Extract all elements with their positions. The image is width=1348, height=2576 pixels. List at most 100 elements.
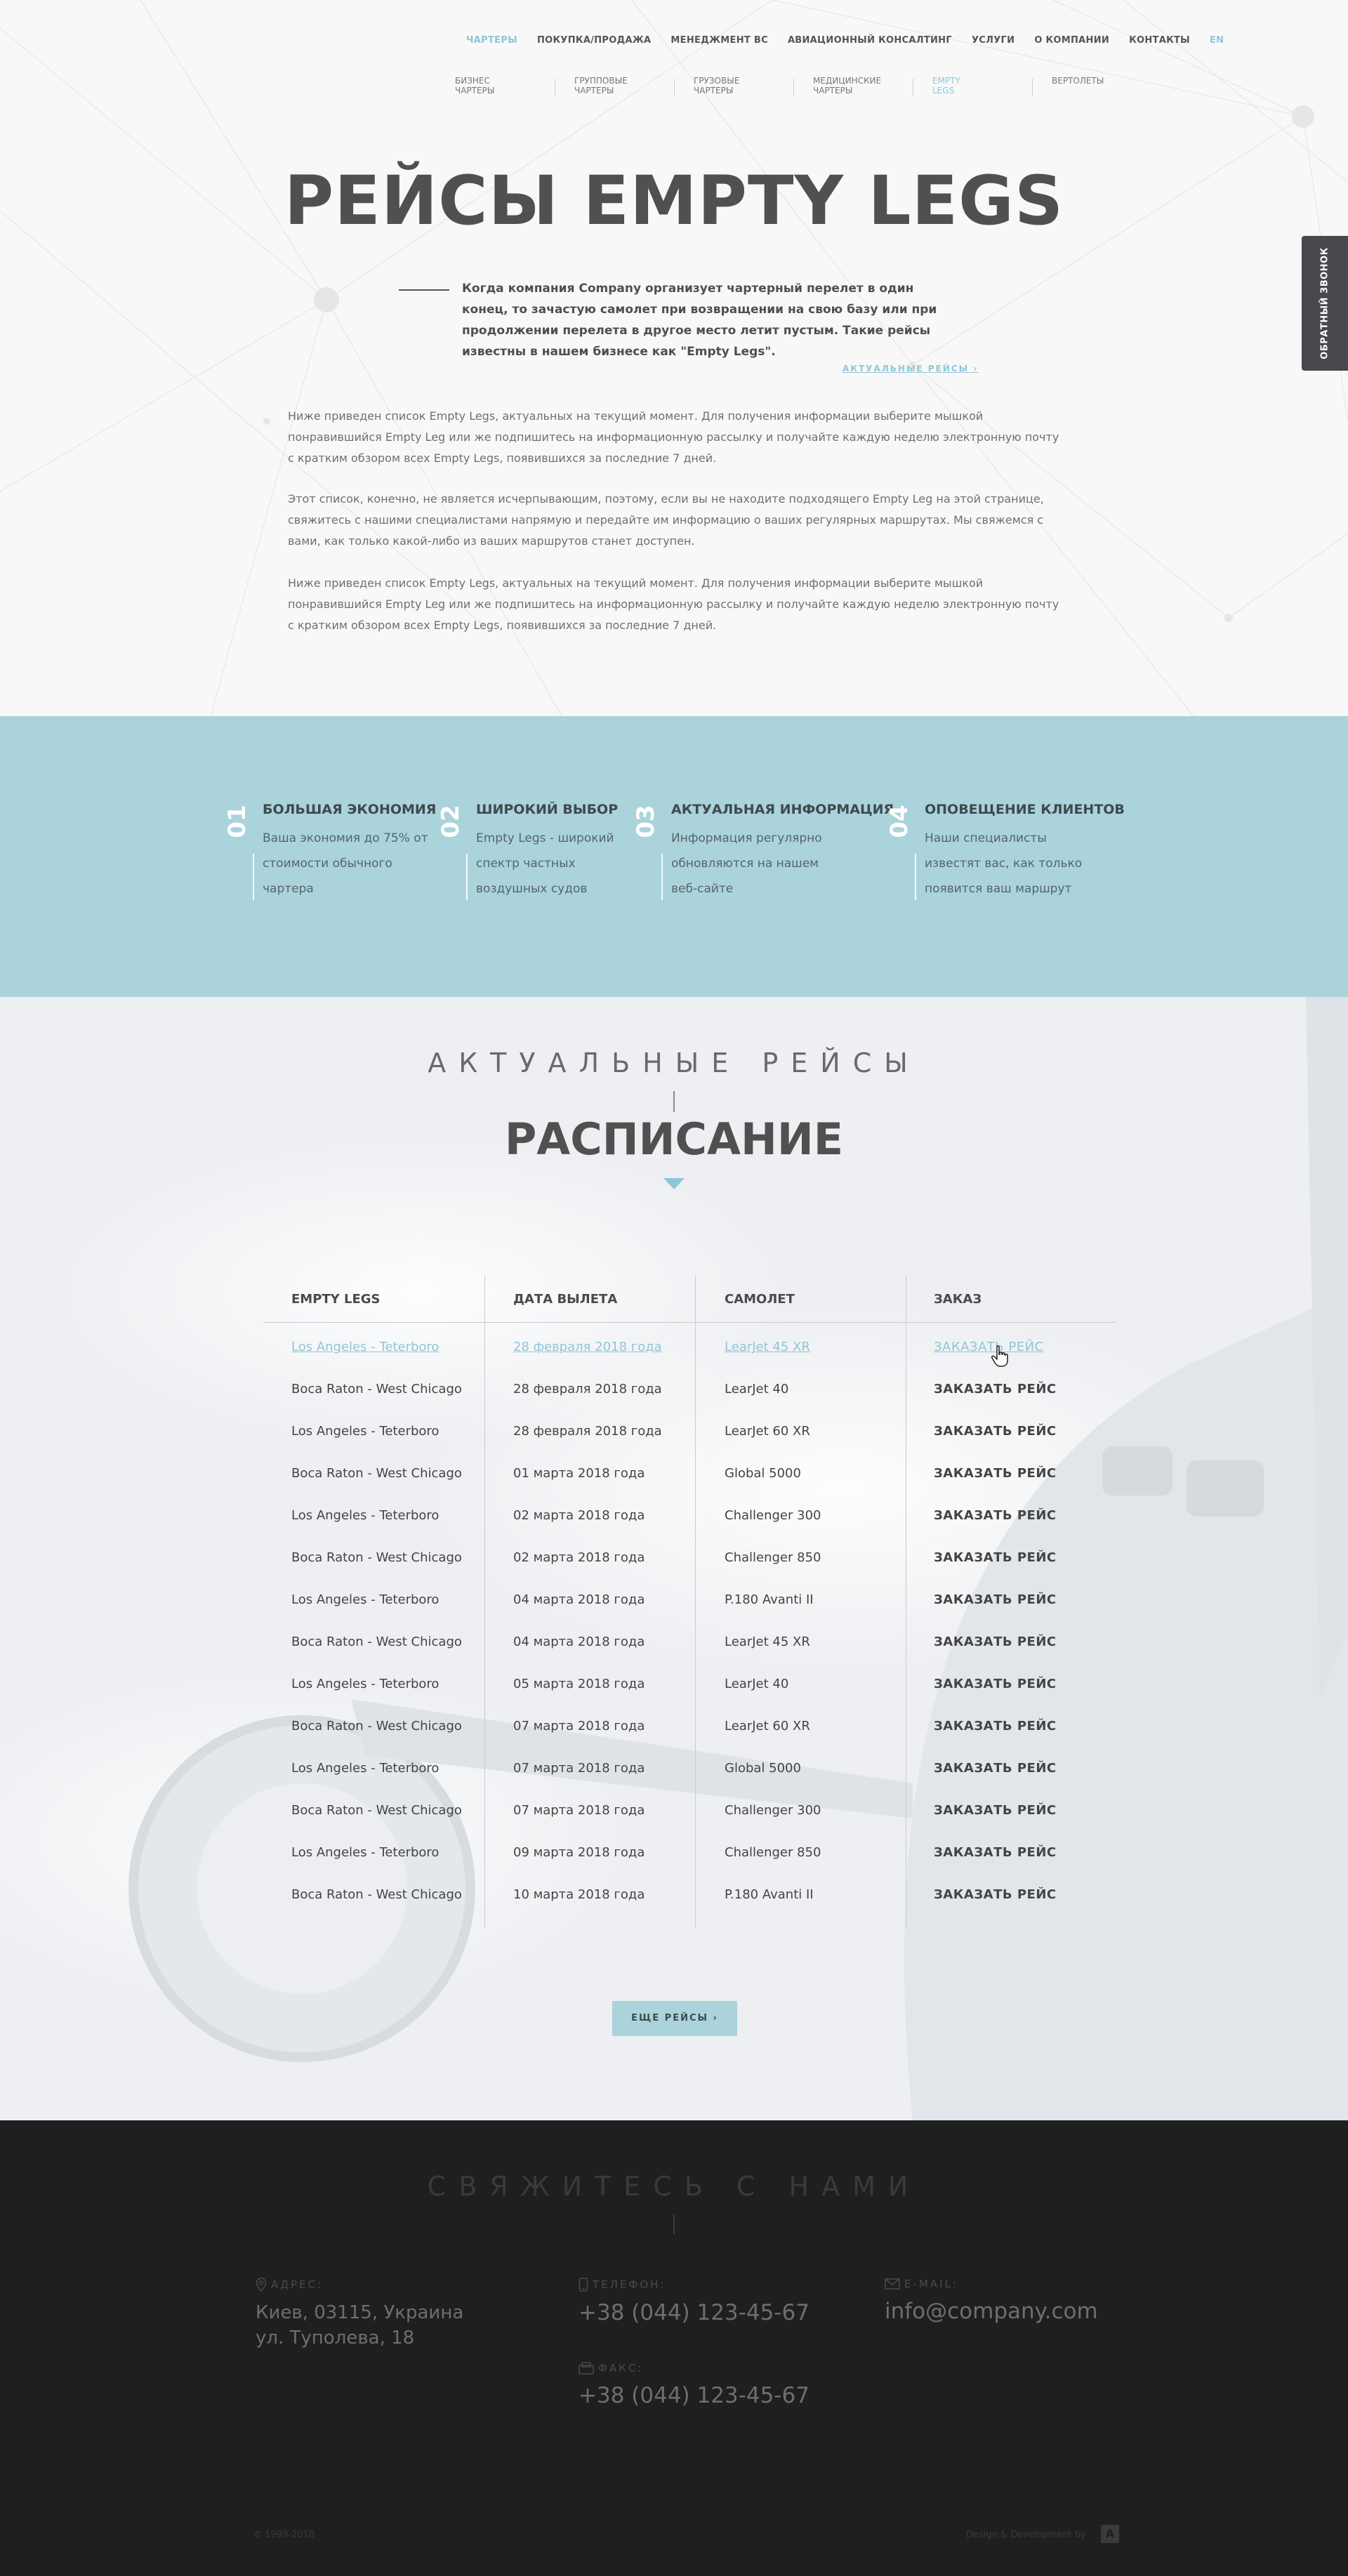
sub-nav: БИЗНЕС ЧАРТЕРЫ ГРУППОВЫЕ ЧАРТЕРЫ ГРУЗОВЫ… bbox=[435, 76, 1151, 97]
schedule-section: АКТУАЛЬНЫЕ РЕЙСЫ РАСПИСАНИЕ EMPTY LEGS Д… bbox=[0, 997, 1348, 2120]
phone-icon bbox=[579, 2278, 588, 2292]
order-button[interactable]: ЗАКАЗАТЬ РЕЙС bbox=[934, 1761, 1057, 1776]
subnav-item-cargo[interactable]: ГРУЗОВЫЕ ЧАРТЕРЫ bbox=[674, 76, 793, 97]
table-row[interactable]: Los Angeles - Teterboro 09 марта 2018 год… bbox=[263, 1828, 1116, 1870]
subnav-item-helicopters[interactable]: ВЕРТОЛЕТЫ bbox=[1032, 76, 1151, 97]
route-cell: Los Angeles - Teterboro bbox=[291, 1845, 440, 1860]
date-cell: 02 марта 2018 года bbox=[513, 1508, 645, 1523]
table-row[interactable]: Los Angeles - Teterboro 28 февраля 2018 г… bbox=[263, 1407, 1116, 1449]
page-title: РЕЙСЫ EMPTY LEGS bbox=[284, 161, 1064, 240]
more-flights-button[interactable]: ЕЩЕ РЕЙСЫ › bbox=[612, 2001, 737, 2036]
date-cell: 09 марта 2018 года bbox=[513, 1845, 645, 1860]
order-button[interactable]: ЗАКАЗАТЬ РЕЙС bbox=[934, 1803, 1057, 1818]
feature-number: 02 bbox=[437, 805, 465, 838]
schedule-divider bbox=[673, 1091, 675, 1112]
order-button[interactable]: ЗАКАЗАТЬ РЕЙС bbox=[934, 1845, 1057, 1860]
feature-text: Ваша экономия до 75% от стоимости обычно… bbox=[263, 831, 428, 896]
nav-item-management[interactable]: МЕНЕДЖМЕНТ ВС bbox=[661, 35, 778, 46]
order-button[interactable]: ЗАКАЗАТЬ РЕЙС bbox=[934, 1677, 1057, 1691]
order-button[interactable]: ЗАКАЗАТЬ РЕЙС bbox=[934, 1424, 1057, 1439]
table-row[interactable]: Boca Raton - West Chicago 02 марта 2018 г… bbox=[263, 1533, 1116, 1576]
nav-item-contacts[interactable]: КОНТАКТЫ bbox=[1119, 35, 1200, 46]
feature-divider bbox=[253, 854, 254, 900]
email-value[interactable]: info@company.com bbox=[885, 2299, 1098, 2324]
feature-text: Empty Legs - широкий спектр частных возд… bbox=[476, 831, 614, 896]
phone-value[interactable]: +38 (044) 123-45-67 bbox=[579, 2300, 810, 2325]
subnav-item-business[interactable]: БИЗНЕС ЧАРТЕРЫ bbox=[435, 76, 555, 95]
table-row[interactable]: Boca Raton - West Chicago 10 марта 2018 г… bbox=[263, 1870, 1116, 1913]
current-flights-link[interactable]: АКТУАЛЬНЫЕ РЕЙСЫ › bbox=[842, 364, 978, 374]
order-button[interactable]: ЗАКАЗАТЬ РЕЙС bbox=[934, 1466, 1057, 1481]
table-row[interactable]: Los Angeles - Teterboro 05 марта 2018 год… bbox=[263, 1660, 1116, 1702]
date-cell: 01 марта 2018 года bbox=[513, 1466, 645, 1481]
nav-item-charters[interactable]: ЧАРТЕРЫ bbox=[456, 35, 527, 46]
plane-cell: LearJet 60 XR bbox=[725, 1719, 810, 1733]
schedule-title: РАСПИСАНИЕ bbox=[504, 1114, 844, 1165]
table-header: EMPTY LEGS ДАТА ВЫЛЕТА САМОЛЕТ ЗАКАЗ bbox=[263, 1275, 1116, 1323]
plane-cell: LearJet 45 XR bbox=[725, 1634, 810, 1649]
lead-text: Когда компания Company организует чартер… bbox=[462, 282, 937, 359]
plane-cell: P.180 Avanti II bbox=[725, 1887, 814, 1902]
order-button[interactable]: ЗАКАЗАТЬ РЕЙС bbox=[934, 1382, 1057, 1396]
column-header-empty-legs: EMPTY LEGS bbox=[291, 1292, 381, 1307]
subnav-item-empty-legs[interactable]: EMPTY LEGS bbox=[913, 76, 1032, 97]
table-row[interactable]: Los Angeles - Teterboro 07 марта 2018 год… bbox=[263, 1744, 1116, 1786]
triangle-down-icon bbox=[663, 1178, 685, 1189]
plane-cell: Global 5000 bbox=[725, 1761, 801, 1776]
table-row[interactable]: Boca Raton - West Chicago 07 марта 2018 г… bbox=[263, 1786, 1116, 1828]
fax-block: ФАКС: +38 (044) 123-45-67 bbox=[579, 2362, 810, 2408]
table-row[interactable]: Boca Raton - West Chicago 28 февраля 2018… bbox=[263, 1365, 1116, 1407]
phone-block: ТЕЛЕФОН: +38 (044) 123-45-67 bbox=[579, 2278, 810, 2325]
order-button[interactable]: ЗАКАЗАТЬ РЕЙС bbox=[934, 1719, 1057, 1733]
feature-title: ОПОВЕЩЕНИЕ КЛИЕНТОВ bbox=[925, 802, 1125, 817]
nav-item-buy-sell[interactable]: ПОКУПКА/ПРОДАЖА bbox=[527, 35, 661, 46]
date-cell: 07 марта 2018 года bbox=[513, 1761, 645, 1776]
feature-text: Наши специалисты известят вас, как тольк… bbox=[925, 831, 1083, 896]
table-row[interactable]: Los Angeles - Teterboro 02 марта 2018 год… bbox=[263, 1491, 1116, 1533]
subnav-item-medical[interactable]: МЕДИЦИНСКИЕ ЧАРТЕРЫ bbox=[793, 76, 913, 97]
table-row[interactable]: Los Angeles - Teterboro 28 февраля 2018 г… bbox=[263, 1323, 1116, 1365]
feature-number: 01 bbox=[223, 805, 251, 838]
table-row[interactable]: Boca Raton - West Chicago 04 марта 2018 г… bbox=[263, 1618, 1116, 1660]
feature-number: 03 bbox=[632, 805, 660, 838]
date-cell: 05 марта 2018 года bbox=[513, 1677, 645, 1691]
date-cell: 07 марта 2018 года bbox=[513, 1803, 645, 1818]
order-button[interactable]: ЗАКАЗАТЬ РЕЙС bbox=[934, 1340, 1044, 1354]
table-row[interactable]: Boca Raton - West Chicago 07 марта 2018 г… bbox=[263, 1702, 1116, 1744]
address-label: АДРЕС: bbox=[271, 2278, 324, 2291]
route-cell: Los Angeles - Teterboro bbox=[291, 1508, 440, 1523]
plane-cell: LearJet 60 XR bbox=[725, 1424, 810, 1439]
callback-button[interactable]: ОБРАТНЫЙ ЗВОНОК bbox=[1302, 236, 1348, 371]
feature-divider bbox=[915, 854, 916, 900]
feature-title: БОЛЬШАЯ ЭКОНОМИЯ bbox=[263, 802, 437, 817]
developer-logo-icon[interactable]: A bbox=[1101, 2525, 1119, 2543]
route-cell: Los Angeles - Teterboro bbox=[291, 1761, 440, 1776]
schedule-subtitle: АКТУАЛЬНЫЕ РЕЙСЫ bbox=[428, 1048, 920, 1078]
feature-text: Информация регулярно обновляются на наше… bbox=[671, 831, 822, 896]
order-button[interactable]: ЗАКАЗАТЬ РЕЙС bbox=[934, 1634, 1057, 1649]
envelope-icon bbox=[885, 2278, 900, 2290]
subnav-item-group[interactable]: ГРУППОВЫЕ ЧАРТЕРЫ bbox=[555, 76, 674, 97]
route-cell: Boca Raton - West Chicago bbox=[291, 1803, 462, 1818]
nav-item-about[interactable]: О КОМПАНИИ bbox=[1024, 35, 1119, 46]
plane-cell: Challenger 300 bbox=[725, 1803, 821, 1818]
nav-item-services[interactable]: УСЛУГИ bbox=[962, 35, 1024, 46]
order-button[interactable]: ЗАКАЗАТЬ РЕЙС bbox=[934, 1550, 1057, 1565]
feature-divider bbox=[661, 854, 663, 900]
order-button[interactable]: ЗАКАЗАТЬ РЕЙС bbox=[934, 1887, 1057, 1902]
table-row[interactable]: Boca Raton - West Chicago 01 марта 2018 г… bbox=[263, 1449, 1116, 1491]
date-cell: 28 февраля 2018 года bbox=[513, 1382, 662, 1396]
plane-cell: LearJet 45 XR bbox=[725, 1340, 810, 1354]
plane-cell: LearJet 40 bbox=[725, 1677, 789, 1691]
nav-item-consulting[interactable]: АВИАЦИОННЫЙ КОНСАЛТИНГ bbox=[778, 35, 962, 46]
route-cell: Boca Raton - West Chicago bbox=[291, 1887, 462, 1902]
language-switch[interactable]: EN bbox=[1200, 35, 1234, 46]
order-button[interactable]: ЗАКАЗАТЬ РЕЙС bbox=[934, 1592, 1057, 1607]
feature-number: 04 bbox=[885, 805, 913, 838]
route-cell: Boca Raton - West Chicago bbox=[291, 1466, 462, 1481]
route-cell: Boca Raton - West Chicago bbox=[291, 1382, 462, 1396]
order-button[interactable]: ЗАКАЗАТЬ РЕЙС bbox=[934, 1508, 1057, 1523]
table-row[interactable]: Los Angeles - Teterboro 04 марта 2018 год… bbox=[263, 1576, 1116, 1618]
hand-cursor-icon bbox=[991, 1345, 1008, 1367]
design-credit[interactable]: Design & Development by bbox=[966, 2530, 1086, 2540]
